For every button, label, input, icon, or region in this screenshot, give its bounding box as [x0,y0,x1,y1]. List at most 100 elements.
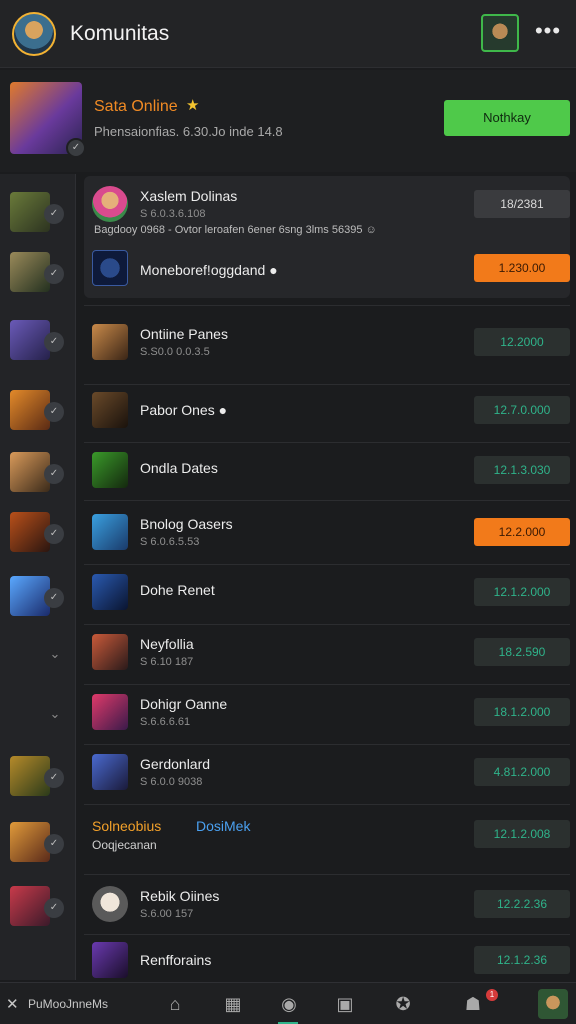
friends-icon[interactable]: ☗ [462,993,484,1015]
list-item-price[interactable]: 18.2.590 [474,638,570,666]
shield-logo-icon [92,250,128,286]
list-item[interactable]: Ontiine Panes S.S0.0 0.0.3.5 12.2000 [84,314,570,372]
list-item-title: Neyfollia [140,636,194,652]
list-item-thumb [92,886,128,922]
list-item[interactable]: Pabor Ones ● 12.7.0.000 [84,382,570,440]
list-item-thumb [92,754,128,790]
list-item-price[interactable]: 12.1.2.36 [474,946,570,974]
list-item-price[interactable]: 12.1.2.008 [474,820,570,848]
list-item-title: Dohigr Oanne [140,696,228,712]
rail-badge-icon: ✓ [44,464,64,484]
home-icon[interactable]: ⌂ [164,993,186,1015]
rail-game-4[interactable]: ✓ [10,390,64,430]
list-item[interactable]: Rebik Oiines S.6.00 157 12.2.2.36 [84,876,570,934]
featured-name: Sata Online [94,98,178,115]
list-item-thumb [92,392,128,428]
games-icon[interactable]: ✪ [392,993,414,1015]
list-item-thumb [92,634,128,670]
divider [84,804,570,805]
list-item-title: Ontiine Panes [140,326,228,342]
rail-badge-icon: ✓ [44,402,64,422]
list-item-thumb [92,574,128,610]
list-item[interactable]: Dohigr Oanne S.6.6.6.61 18.1.2.000 [84,684,570,742]
list-item[interactable]: Ondla Dates 12.1.3.030 [84,442,570,500]
profile-avatar-icon[interactable] [481,14,519,52]
list-item-meta: S.6.6.6.61 [140,716,191,728]
check-badge-icon: ✓ [66,138,86,158]
profile-avatar-icon[interactable] [538,989,568,1019]
rail-badge-icon: ✓ [44,264,64,284]
divider [84,874,570,875]
library-icon[interactable]: ▦ [222,993,244,1015]
list-item-title: Ondla Dates [140,460,218,476]
group-avatar [92,186,128,222]
list-item-thumb [92,694,128,730]
chevron-down-icon[interactable]: ⌄ [46,646,64,664]
group-title: Xaslem Dolinas [140,188,238,204]
rail-badge-icon: ✓ [44,834,64,854]
list-item-price[interactable]: 18.1.2.000 [474,698,570,726]
featured-subtitle: Phensaionfias. 6.30.Jo inde 14.8 [94,124,283,139]
list-item-meta: S 6.0.0 9038 [140,776,203,788]
list-item-meta: S.6.00 157 [140,908,194,920]
rail-game-6[interactable]: ✓ [10,512,64,552]
list-item-title: Gerdonlard [140,756,211,772]
divider [84,305,570,306]
user-avatar[interactable] [12,12,56,56]
group-sub-row[interactable]: Moneboref!oggdand ● 1.230.00 [84,240,570,298]
community-icon[interactable]: ◉ [278,993,300,1015]
rail-badge-icon: ✓ [44,332,64,352]
list-item-price[interactable]: 4.81.2.000 [474,758,570,786]
rail-game-8[interactable]: ✓ [10,756,64,796]
rail-game-9[interactable]: ✓ [10,822,64,862]
rail-game-10[interactable]: ✓ [10,886,64,926]
rail-badge-icon: ✓ [44,524,64,544]
featured-action-button[interactable]: Nothkay [444,100,570,136]
list-item-title: Bnolog Oasers [140,516,233,532]
list-item-price[interactable]: 12.1.3.030 [474,456,570,484]
app-header: Komunitas ••• [0,0,576,68]
more-options-icon[interactable]: ••• [534,18,562,46]
list-item-price[interactable]: 12.2.000 [474,518,570,546]
rail-game-7[interactable]: ✓ [10,576,64,616]
rail-badge-icon: ✓ [44,204,64,224]
list-item-price[interactable]: 12.7.0.000 [474,396,570,424]
list-item-price[interactable]: 12.1.2.000 [474,578,570,606]
list-item[interactable]: Bnolog Oasers S 6.0.6.5.53 12.2.000 [84,504,570,562]
list-item-thumb [92,942,128,978]
list-item-price[interactable]: 12.2.2.36 [474,890,570,918]
rail-game-2[interactable]: ✓ [10,252,64,292]
list-item-title-secondary: DosiMek [196,818,251,834]
list-item[interactable]: Neyfollia S 6.10 187 18.2.590 [84,624,570,682]
list-item[interactable]: Dohe Renet 12.1.2.000 [84,564,570,622]
list-item-title: Rebik Oiines [140,888,220,904]
group-sub-title: Moneboref!oggdand ● [140,262,278,278]
list-item-meta: S.S0.0 0.0.3.5 [140,346,210,358]
list-item-meta: Ooqjecanan [92,838,157,852]
inbox-icon[interactable]: ▣ [334,993,356,1015]
rail-game-1[interactable]: ✓ [10,192,64,232]
chevron-down-icon[interactable]: ⌄ [46,706,64,724]
list-item[interactable]: Solneobius DosiMek Ooqjecanan 12.1.2.008 [84,806,570,864]
rail-game-5[interactable]: ✓ [10,452,64,492]
featured-game-art[interactable]: ✓ [10,82,86,158]
list-item-thumb [92,324,128,360]
list-item-title: Dohe Renet [140,582,215,598]
rail-badge-icon: ✓ [44,588,64,608]
page-title: Komunitas [70,22,170,45]
rail-badge-icon: ✓ [44,898,64,918]
group-sub-price[interactable]: 1.230.00 [474,254,570,282]
close-icon[interactable]: ✕ [6,995,19,1013]
list-item-price[interactable]: 12.2000 [474,328,570,356]
list-item[interactable]: Gerdonlard S 6.0.0 9038 4.81.2.000 [84,744,570,802]
rail-game-3[interactable]: ✓ [10,320,64,360]
list-item-meta: S 6.10 187 [140,656,194,668]
featured-banner: ✓ Sata Online ★ Phensaionfias. 6.30.Jo i… [0,70,576,172]
bottom-navigation: ✕ PuMooJnneMs ⌂ ▦ ◉ ▣ ✪ ☗ 1 [0,982,576,1024]
group-price[interactable]: 18/2381 [474,190,570,218]
group-meta: S 6.0.3.6.108 [140,208,206,220]
list-item-meta: S 6.0.6.5.53 [140,536,200,548]
star-icon: ★ [186,97,200,114]
bottom-nav-label: PuMooJnneMs [28,997,109,1011]
notification-badge: 1 [486,989,498,1001]
